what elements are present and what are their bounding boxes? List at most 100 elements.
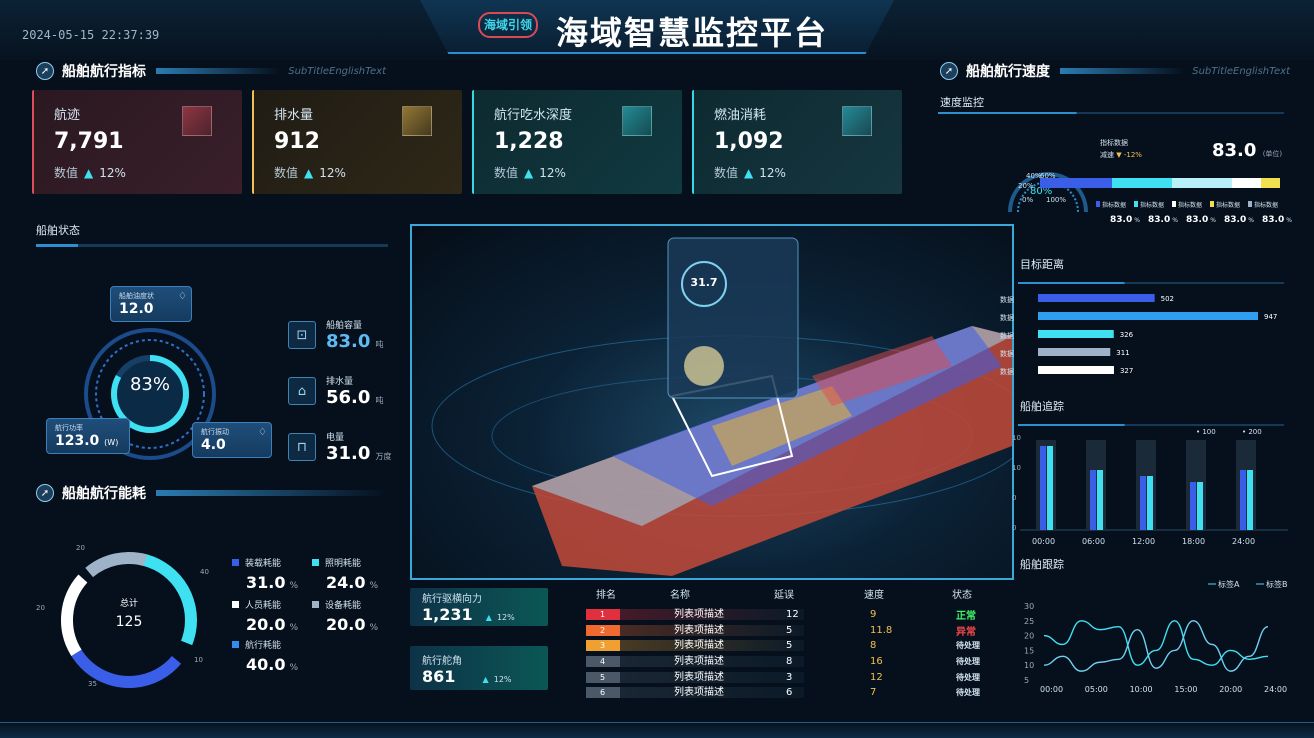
- status-unit: 吨: [375, 396, 384, 405]
- status-unit: 万度: [375, 452, 392, 461]
- section-subtitle: SubTitleEnglishText: [288, 65, 386, 77]
- legend-value: 83.0: [1148, 215, 1171, 225]
- speed-cell: 9: [870, 609, 877, 621]
- speed-stacked-bar: [1040, 178, 1280, 188]
- bar-value-label: 502: [1161, 295, 1174, 303]
- name-cell: 列表项描述: [674, 656, 724, 668]
- rank-table: 排名 名称 延误 速度 状态 1 列表项描述 12 9 正常 2 列表项描述 5 11.8 异常 3…: [586, 586, 1006, 701]
- y-tick: 5: [1024, 676, 1029, 685]
- table-row[interactable]: 2 列表项描述 5 11.8 异常: [586, 623, 1006, 639]
- status-unit: 吨: [375, 340, 384, 349]
- legend-head: 设备耗能: [312, 598, 378, 611]
- legend-swatch: [232, 641, 239, 648]
- cup-icon: ⊡: [288, 321, 316, 349]
- legend-value: 83.0: [1110, 215, 1133, 225]
- speed-cell: 11.8: [870, 624, 893, 636]
- track-bar: [1197, 482, 1203, 530]
- speed-value: 83.0: [1212, 140, 1257, 161]
- legend-value: 24.0: [326, 573, 366, 592]
- gauge-percent: 83%: [129, 374, 170, 395]
- page-title: 海域智慧监控平台: [555, 14, 828, 52]
- track-bar: [1147, 476, 1153, 530]
- track-title: 船舶追踪: [1020, 400, 1064, 413]
- card-change: 12%: [759, 166, 786, 180]
- status-item: ⊓ 电量 31.0 万度: [288, 424, 398, 470]
- legend-value: 20.0: [246, 615, 286, 634]
- card-sub: 数值 ▲ 12%: [274, 164, 442, 181]
- energy-legend-item: 设备耗能 20.0%: [312, 598, 378, 634]
- bubble-right: 航行振动 4.0 ♢: [192, 422, 272, 458]
- cube-icon: [402, 106, 432, 136]
- gauge-tick: 0%: [1022, 196, 1034, 204]
- bar-segment: [1232, 178, 1261, 188]
- card-sub-label: 数值: [274, 166, 299, 180]
- legend-swatch: [1134, 201, 1138, 207]
- status-item: ⊡ 船舶容量 83.0 吨: [288, 312, 398, 358]
- ship-display-value: 31.7: [690, 276, 718, 289]
- card-change: 12%: [99, 166, 126, 180]
- name-cell: 列表项描述: [674, 640, 724, 652]
- x-tick: 06:00: [1082, 537, 1105, 546]
- name-cell: 列表项描述: [674, 671, 724, 683]
- bar-segment: [1112, 178, 1172, 188]
- trend-label: 减速 ▼ -12%: [1100, 150, 1142, 160]
- bar-segment: [1172, 178, 1232, 188]
- compass-icon: ➚: [36, 62, 54, 80]
- legend-label: 指标数据: [1140, 202, 1165, 209]
- cube-icon: [842, 106, 872, 136]
- status-items: ⊡ 船舶容量 83.0 吨 ⌂ 排水量 56.0 吨 ⊓ 电量 31.0 万度: [288, 312, 398, 470]
- column-header: 延误: [774, 590, 794, 601]
- track-bar: [1090, 470, 1096, 530]
- up-triangle-icon: ▲: [482, 675, 489, 684]
- distance-bar: [1038, 312, 1258, 320]
- legend-label: 照明耗能: [325, 559, 362, 569]
- track-bar: [1247, 470, 1253, 530]
- column-header: 名称: [670, 590, 690, 601]
- tracking-bar-chart: 10 10 0 0 • 100 • 200 00:00 06:00 12:00 18:00 24:0…: [1012, 428, 1288, 546]
- y-tick: 10: [1012, 434, 1021, 442]
- status-item: ⌂ 排水量 56.0 吨: [288, 368, 398, 414]
- mini-card: 航行驱横向力 1,231 ▲ 12%: [410, 588, 548, 626]
- category-label: 数据: [1000, 349, 1014, 358]
- up-triangle-icon: ▲: [304, 166, 314, 180]
- legend-value-row: 83.0%: [1134, 215, 1178, 225]
- legend-label: • 100: [1196, 428, 1216, 436]
- ship-3d-view[interactable]: 31.7: [410, 224, 1014, 580]
- indicator-card: 排水量 912 数值 ▲ 12%: [252, 90, 462, 194]
- table-row[interactable]: 4 列表项描述 8 16 待处理: [586, 654, 1006, 670]
- table-row[interactable]: 6 列表项描述 6 7 待处理: [586, 685, 1006, 701]
- legend-label: 指标数据: [1178, 202, 1203, 209]
- rank-cell: 5: [586, 671, 620, 683]
- delay-cell: 5: [786, 640, 793, 652]
- mini-card-label: 航行舵角: [422, 656, 462, 667]
- x-tick: 10:00: [1130, 685, 1153, 694]
- legend-swatch: [1210, 201, 1214, 207]
- mini-card-change: 12%: [493, 675, 512, 684]
- y-tick: 15: [1024, 646, 1034, 655]
- section-title-indicators: ➚ 船舶航行指标 SubTitleEnglishText: [36, 60, 386, 82]
- rank-bar: 4 列表项描述: [586, 656, 804, 668]
- target-title: 目标距离: [1020, 258, 1064, 271]
- legend-unit: %: [1286, 217, 1292, 224]
- track-bar: [1190, 482, 1196, 530]
- y-tick: 10: [1024, 661, 1034, 670]
- table-row[interactable]: 3 列表项描述 5 8 待处理: [586, 638, 1006, 654]
- legend-label: 装载耗能: [245, 559, 282, 569]
- bar-segment: [1260, 178, 1280, 188]
- table-row[interactable]: 1 列表项描述 12 9 正常: [586, 607, 1006, 623]
- legend-label: 设备耗能: [325, 601, 362, 611]
- bubble-value: 4.0: [201, 437, 226, 453]
- up-triangle-icon: ▲: [84, 166, 94, 180]
- legend-label: 标签B: [1266, 579, 1288, 589]
- status-cell: 待处理: [956, 688, 980, 698]
- speed-legend-item: 指标数据 83.0%: [1096, 200, 1140, 225]
- x-tick: 15:00: [1174, 685, 1197, 694]
- y-tick: 20: [1024, 632, 1034, 641]
- legend-value-row: 20.0%: [232, 615, 298, 634]
- energy-legend-item: 航行耗能 40.0%: [232, 638, 298, 674]
- y-tick: 30: [1024, 602, 1034, 611]
- track-bar: [1040, 446, 1046, 530]
- speed-cell: 7: [870, 687, 877, 699]
- table-row[interactable]: 5 列表项描述 3 12 待处理: [586, 669, 1006, 685]
- bubble-value: 12.0: [119, 301, 154, 317]
